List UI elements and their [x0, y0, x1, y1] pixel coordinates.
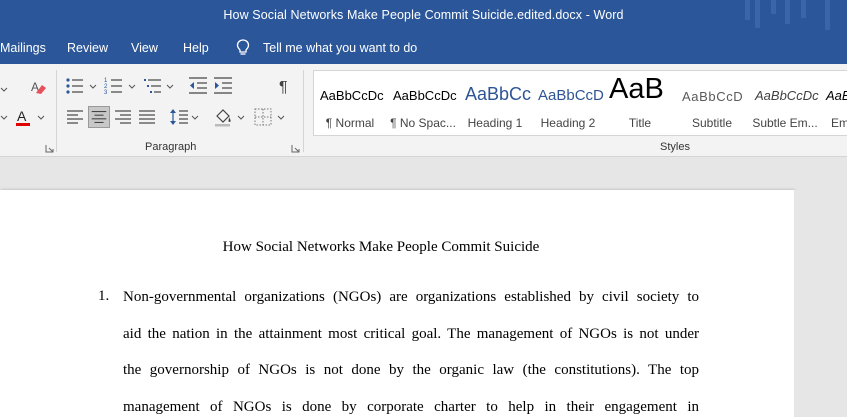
styles-group-label: Styles	[660, 141, 690, 153]
style-title[interactable]: AaB Title	[604, 71, 676, 135]
numbering-button[interactable]: 123	[103, 75, 125, 97]
document-page[interactable]: How Social Networks Make People Commit S…	[0, 190, 794, 417]
chevron-down-icon[interactable]	[237, 114, 245, 122]
style-sample: AaBbCcDc	[755, 88, 819, 103]
line-spacing-icon	[170, 109, 188, 125]
decrease-indent-icon	[189, 77, 207, 94]
document-title: How Social Networks Make People Commit S…	[222, 239, 540, 255]
borders-button[interactable]	[252, 106, 274, 128]
style-sample: AaBbCcD	[682, 89, 744, 104]
tell-me-search[interactable]: Tell me what you want to do	[263, 41, 417, 55]
pilcrow-icon: ¶	[279, 79, 288, 96]
align-left-button[interactable]	[64, 106, 86, 128]
group-separator	[56, 70, 57, 152]
style-name: Heading 1	[467, 116, 523, 130]
vertical-scroll-area[interactable]	[794, 190, 847, 417]
menu-bar: Mailings Review View Help Tell me what y…	[0, 32, 847, 64]
paragraph-group-label: Paragraph	[145, 141, 197, 153]
chevron-down-icon[interactable]	[0, 114, 8, 122]
style-name: ¶ No Spac...	[390, 116, 456, 130]
style-subtitle[interactable]: AaBbCcD Subtitle	[676, 71, 748, 135]
chevron-down-icon[interactable]	[128, 83, 136, 91]
multilevel-list-icon	[144, 79, 161, 93]
style-subtle-emphasis[interactable]: AaBbCcDc Subtle Em...	[749, 71, 821, 135]
style-name: Title	[628, 116, 652, 130]
chevron-down-icon[interactable]	[166, 83, 174, 91]
title-bar: How Social Networks Make People Commit S…	[0, 0, 847, 32]
style-sample: AaBbCcDc	[393, 88, 457, 103]
align-center-icon	[91, 111, 107, 123]
justify-button[interactable]	[136, 106, 158, 128]
chevron-down-icon[interactable]	[37, 114, 45, 122]
style-sample: AaBbCcDc	[320, 88, 384, 103]
decrease-indent-button[interactable]	[187, 75, 209, 97]
menu-view[interactable]: View	[131, 41, 158, 55]
style-no-spacing[interactable]: AaBbCcDc ¶ No Spac...	[387, 71, 459, 135]
font-color-icon: A	[16, 108, 30, 126]
increase-indent-icon	[214, 77, 232, 94]
style-name: Subtle Em...	[752, 116, 818, 130]
svg-text:¶: ¶	[279, 79, 288, 96]
style-emphasis[interactable]: AaBbCc Em	[821, 71, 847, 135]
align-right-icon	[115, 110, 131, 124]
clear-formatting-button[interactable]: A	[27, 76, 49, 98]
increase-indent-button[interactable]	[212, 75, 234, 97]
ribbon: A A 123 ¶ Paragraph AaBbCcDc ¶ Normal Aa…	[0, 64, 847, 157]
paragraph-line: the governorship of NGOs is not done by …	[123, 362, 699, 378]
styles-gallery: AaBbCcDc ¶ Normal AaBbCcDc ¶ No Spac... …	[313, 70, 847, 136]
paragraph-dialog-launcher-icon[interactable]	[291, 144, 300, 153]
paint-bucket-icon	[215, 109, 231, 127]
lightbulb-icon[interactable]	[236, 39, 250, 56]
group-separator	[303, 70, 304, 152]
style-sample: AaBbCcD	[538, 87, 604, 104]
shading-button[interactable]	[212, 106, 234, 128]
style-name: ¶ Normal	[325, 116, 375, 130]
menu-help[interactable]: Help	[183, 41, 209, 55]
window-title: How Social Networks Make People Commit S…	[223, 8, 624, 22]
align-center-button[interactable]	[88, 106, 110, 128]
borders-icon	[254, 108, 272, 126]
list-item-paragraph: Non-governmental organizations (NGOs) ar…	[123, 288, 699, 417]
line-spacing-button[interactable]	[168, 106, 190, 128]
svg-text:3: 3	[104, 90, 108, 96]
font-color-button[interactable]: A	[12, 106, 34, 128]
list-number: 1.	[98, 288, 110, 304]
eraser-icon: A	[31, 80, 46, 94]
menu-review[interactable]: Review	[67, 41, 108, 55]
title-bar-pattern-icon	[745, 0, 830, 30]
style-normal[interactable]: AaBbCcDc ¶ Normal	[314, 71, 386, 135]
paragraph-line: management of NGOs is done by corporate …	[123, 398, 699, 415]
align-right-button[interactable]	[112, 106, 134, 128]
paragraph-line: Non-governmental organizations (NGOs) ar…	[123, 289, 699, 305]
font-dialog-launcher-icon[interactable]	[45, 144, 54, 153]
multilevel-list-button[interactable]	[142, 75, 164, 97]
svg-text:A: A	[17, 108, 27, 124]
bullet-list-icon	[66, 78, 83, 94]
style-name: Heading 2	[540, 116, 596, 130]
chevron-down-icon[interactable]	[89, 83, 97, 91]
chevron-down-icon[interactable]	[277, 114, 285, 122]
paragraph-line: aid the nation in the attainment most cr…	[123, 325, 699, 342]
style-name: Subtitle	[691, 116, 733, 130]
chevron-down-icon[interactable]	[191, 114, 199, 122]
style-sample: AaB	[609, 73, 664, 105]
bullets-button[interactable]	[64, 75, 86, 97]
style-heading-1[interactable]: AaBbCc Heading 1	[459, 71, 531, 135]
style-heading-2[interactable]: AaBbCcD Heading 2	[532, 71, 604, 135]
align-left-icon	[67, 110, 83, 124]
style-sample: AaBbCc	[826, 88, 847, 103]
numbered-list-icon: 123	[104, 78, 122, 96]
chevron-down-icon[interactable]	[0, 86, 8, 94]
menu-mailings[interactable]: Mailings	[0, 41, 46, 55]
style-name: Em	[831, 116, 847, 130]
justify-icon	[139, 110, 155, 124]
show-formatting-marks-button[interactable]: ¶	[274, 75, 296, 97]
style-sample: AaBbCc	[465, 84, 531, 104]
